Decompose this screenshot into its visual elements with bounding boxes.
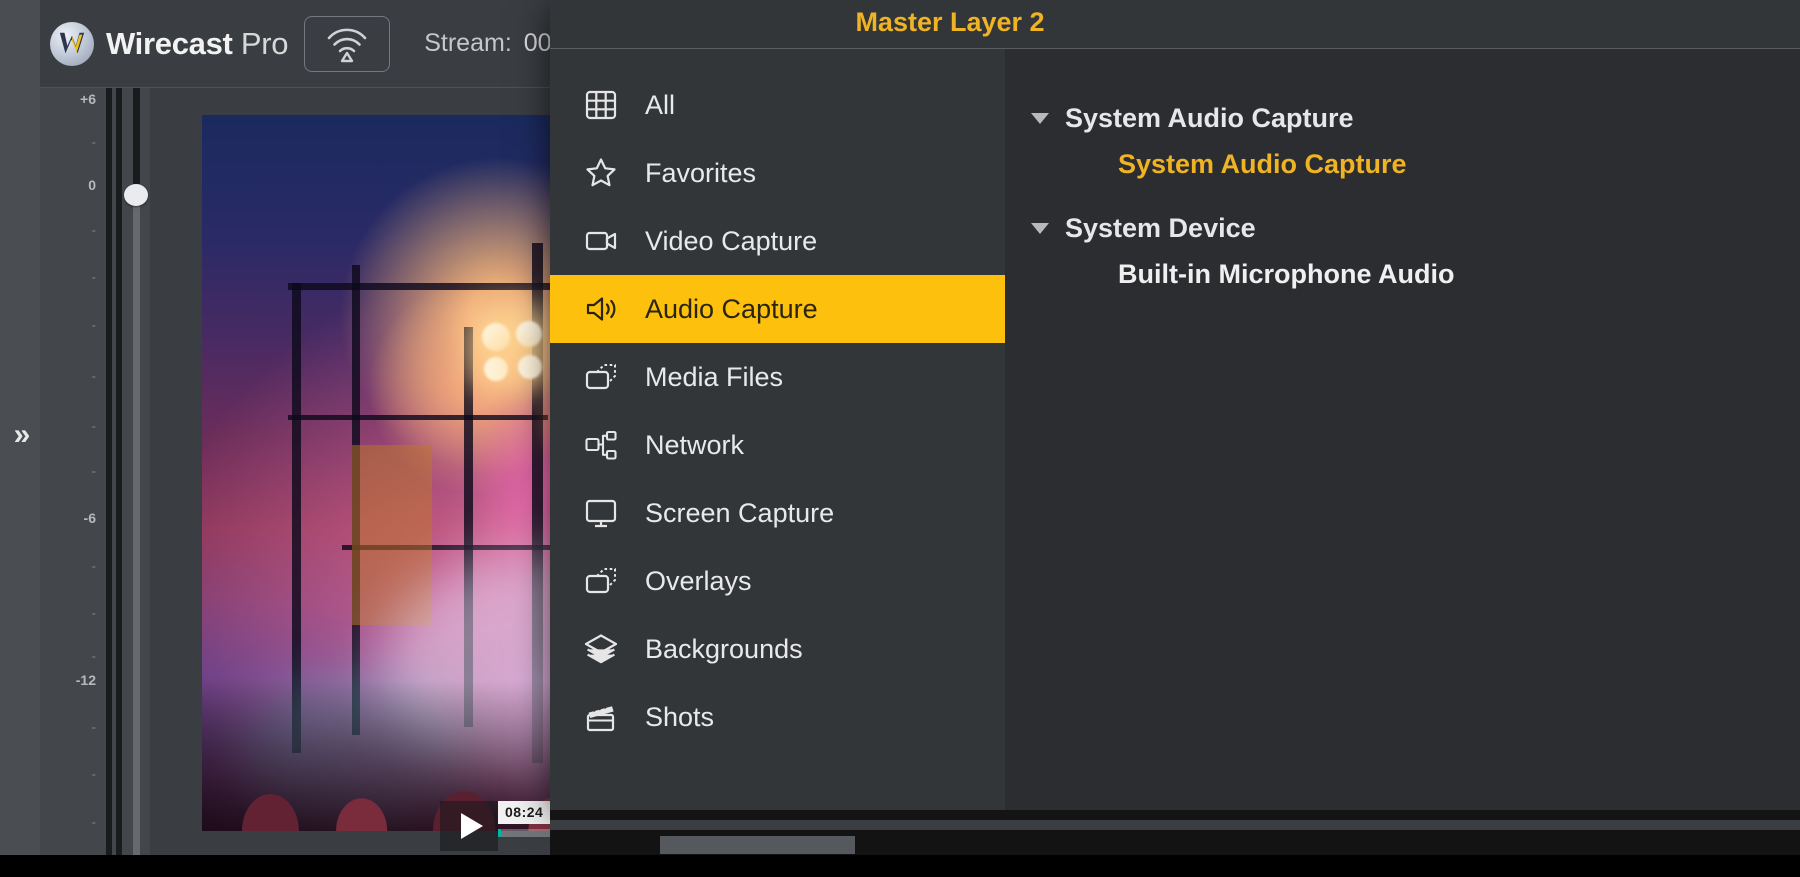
sidebar-item-media-files[interactable]: Media Files [550,343,1005,411]
audio-meter-tick-mark: - [91,605,96,621]
network-nodes-icon [583,427,619,463]
app-title: Wirecast Pro [106,25,289,62]
layers-backgrounds-icon [583,631,619,667]
sidebar-item-favorites[interactable]: Favorites [550,139,1005,207]
sidebar-item-label: Network [645,429,745,460]
wirecast-w-logo-icon [50,21,94,66]
truss-beam [288,415,548,420]
audio-level-bar-right [116,88,122,877]
audio-meter-tick-mark: - [91,814,96,830]
audio-meter-tick-mark: - [91,648,96,664]
master-audio-meter[interactable]: +6 0 -6 -12 - - - - - - - - - - - - - [40,88,150,877]
overlays-icon [583,563,619,599]
video-camera-icon [583,223,619,259]
star-favorites-icon [583,155,619,191]
tree-child-system-audio-capture[interactable]: System Audio Capture [1027,141,1800,187]
sidebar-item-label: All [645,89,676,120]
popover-body: All Favorites Video Capture Audio Captur… [550,48,1800,810]
sidebar-item-all[interactable]: All [550,71,1005,139]
tree-child-label: Built-in Microphone Audio [1118,258,1455,289]
speaker-audio-icon [583,291,619,327]
clapperboard-shots-icon [583,699,619,735]
sidebar-item-network[interactable]: Network [550,411,1005,479]
brand-bold-text: Wirecast [106,25,233,61]
audio-level-bars [106,88,124,877]
sidebar-item-shots[interactable]: Shots [550,683,1005,751]
source-category-list: All Favorites Video Capture Audio Captur… [550,49,1005,810]
stage-lamp [484,357,508,381]
audio-meter-tick-label: -6 [83,510,96,526]
audio-meter-tick-mark: - [91,368,96,384]
sidebar-item-screen-capture[interactable]: Screen Capture [550,479,1005,547]
popover-title: Master Layer 2 [855,6,1045,37]
monitor-screen-icon [583,495,619,531]
sidebar-item-backgrounds[interactable]: Backgrounds [550,615,1005,683]
audio-meter-tick-mark: - [91,719,96,735]
audio-meter-tick-mark: - [91,418,96,434]
audio-device-tree: System Audio Capture System Audio Captur… [1005,49,1800,810]
tree-parent-label: System Audio Capture [1065,102,1354,133]
media-files-icon [583,359,619,395]
sidebar-item-label: Screen Capture [645,497,835,528]
audio-fader-track[interactable] [133,88,140,877]
grid-all-icon [583,87,619,123]
tree-parent-system-device[interactable]: System Device [1027,205,1800,251]
disclosure-triangle-down-icon[interactable] [1031,222,1049,234]
sidebar-item-label: Overlays [645,565,752,596]
tree-group: System Device Built-in Microphone Audio [1027,205,1800,297]
screen-bottom-letterbox [0,855,1800,877]
sidebar-item-label: Media Files [645,361,784,392]
tree-child-label: System Audio Capture [1118,148,1407,179]
brand-block: Wirecast Pro [50,21,289,66]
tree-child-built-in-microphone-audio[interactable]: Built-in Microphone Audio [1027,251,1800,297]
tree-parent-label: System Device [1065,212,1256,243]
sidebar-collapse-rail[interactable]: » [0,0,40,877]
play-triangle-icon [460,813,483,839]
truss-beam [288,283,558,290]
tree-parent-system-audio-capture[interactable]: System Audio Capture [1027,95,1800,141]
window-edge-strip [550,820,1800,830]
audio-meter-tick-mark: - [91,463,96,479]
broadcast-button[interactable] [304,15,391,72]
stage-lamp [518,355,542,379]
shelf-thumbnail[interactable] [660,836,855,854]
audio-meter-tick-mark: - [91,766,96,782]
audio-meter-scale: +6 0 -6 -12 - - - - - - - - - - - - - [40,88,102,877]
audio-fader-knob[interactable] [124,184,148,206]
audio-meter-tick-mark: - [91,317,96,333]
audio-meter-tick-label: +6 [80,91,96,108]
stream-label: Stream: [424,29,512,57]
audio-meter-tick-mark: - [91,222,96,238]
brand-light-text: Pro [240,25,289,61]
sidebar-item-audio-capture[interactable]: Audio Capture [550,275,1005,343]
sidebar-item-label: Video Capture [645,225,818,256]
audio-meter-tick-label: 0 [88,177,96,194]
popover-shadow-strip [550,810,1800,820]
sidebar-item-video-capture[interactable]: Video Capture [550,207,1005,275]
chevron-double-right-icon[interactable]: » [14,419,31,450]
stage-lamp [516,321,542,347]
sidebar-item-label: Shots [645,701,715,732]
audio-meter-tick-mark: - [91,134,96,150]
play-button[interactable] [440,801,498,851]
add-source-popover: Master Layer 2 All Favorites Video Captu… [550,0,1800,810]
sidebar-item-label: Backgrounds [645,633,803,664]
sidebar-item-label: Favorites [645,157,757,188]
tree-group: System Audio Capture System Audio Captur… [1027,95,1800,187]
sidebar-item-label: Audio Capture [645,293,818,324]
sidebar-item-overlays[interactable]: Overlays [550,547,1005,615]
broadcast-wifi-icon [327,28,367,62]
audio-meter-tick-mark: - [91,558,96,574]
wirecast-app-window: » Wirecast Pro Stream: +6 0 -6 -12 - - -… [0,0,1800,877]
audio-meter-tick-label: -12 [75,671,96,688]
audio-level-bar-left [106,88,112,877]
disclosure-triangle-down-icon[interactable] [1031,112,1049,124]
stage-lamp [482,323,510,351]
audio-meter-tick-mark: - [91,269,96,285]
